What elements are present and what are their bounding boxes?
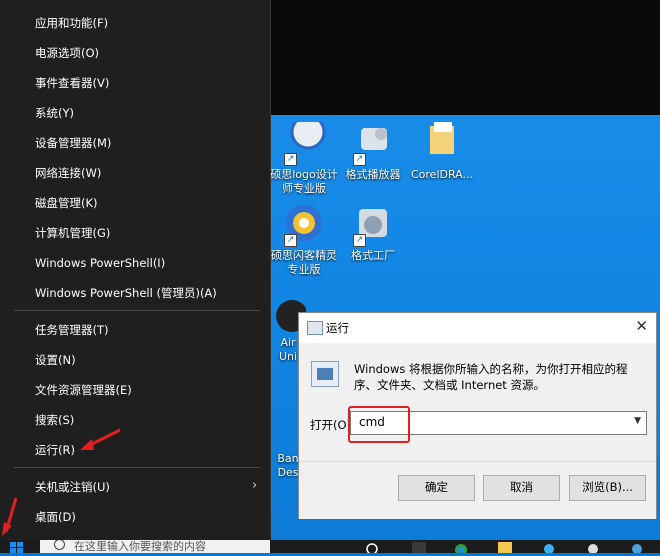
player-icon: ↗ — [351, 122, 395, 166]
gear-flash-icon: ↗ — [282, 203, 326, 247]
desktop-icon-player[interactable]: ↗ 格式播放器 — [337, 122, 409, 182]
menu-item-settings[interactable]: 设置(N) — [35, 348, 76, 372]
menu-item-file-explorer[interactable]: 文件资源管理器(E) — [35, 378, 132, 402]
search-icon — [54, 540, 65, 550]
desktop-dark-area — [270, 0, 660, 115]
desktop-icon-flash-decompiler[interactable]: ↗ 硕思闪客精灵专业版 — [268, 203, 340, 277]
menu-item-shutdown[interactable]: 关机或注销(U) — [35, 475, 110, 499]
run-dialog: 运行 ✕ Windows 将根据你所输入的名称，为你打开相应的程序、文件夹、文档… — [298, 312, 657, 519]
run-dialog-description: Windows 将根据你所输入的名称，为你打开相应的程序、文件夹、文档或 Int… — [354, 362, 628, 392]
menu-item-network[interactable]: 网络连接(W) — [35, 161, 101, 185]
menu-separator — [14, 467, 260, 468]
menu-item-task-manager[interactable]: 任务管理器(T) — [35, 318, 109, 342]
logo-designer-icon: ↗ — [282, 114, 326, 166]
menu-item-power-options[interactable]: 电源选项(O) — [35, 41, 99, 65]
chevron-right-icon: › — [252, 478, 258, 493]
menu-item-disk-management[interactable]: 磁盘管理(K) — [35, 191, 98, 215]
desktop-icon-logo-designer[interactable]: ↗ 硕思logo设计师专业版 — [268, 114, 340, 196]
windows-start-icon[interactable] — [10, 542, 24, 553]
menu-separator — [14, 310, 260, 311]
run-program-icon — [311, 361, 339, 387]
taskbar-app-icon[interactable] — [412, 542, 426, 553]
taskbar-app-icon[interactable] — [630, 542, 644, 554]
chevron-down-icon[interactable]: ▼ — [634, 416, 641, 426]
desktop-icon-format-factory[interactable]: ↗ 格式工厂 — [337, 203, 409, 263]
menu-item-search[interactable]: 搜索(S) — [35, 408, 74, 432]
menu-item-apps-features[interactable]: 应用和功能(F) — [35, 11, 108, 35]
run-dialog-title: 运行 — [326, 321, 349, 335]
taskbar-app-icon[interactable] — [542, 542, 556, 554]
menu-item-device-manager[interactable]: 设备管理器(M) — [35, 131, 111, 155]
run-app-icon — [307, 321, 323, 335]
desktop-icon-label: 硕思logo设计师专业版 — [270, 168, 338, 195]
run-dialog-titlebar[interactable]: 运行 ✕ — [299, 313, 656, 343]
taskbar-search-box[interactable]: 在这里输入你要搜索的内容 — [40, 540, 270, 553]
cancel-button[interactable]: 取消 — [483, 475, 560, 501]
desktop-icon-label: 格式工厂 — [351, 249, 395, 262]
menu-item-desktop[interactable]: 桌面(D) — [35, 505, 76, 529]
menu-item-computer-mgmt[interactable]: 计算机管理(G) — [35, 221, 110, 245]
menu-item-powershell-admin[interactable]: Windows PowerShell (管理员)(A) — [35, 281, 217, 305]
red-highlight-box — [348, 406, 410, 443]
red-annotation-arrow-icon — [2, 497, 18, 536]
menu-item-system[interactable]: 系统(Y) — [35, 101, 74, 125]
ok-button[interactable]: 确定 — [398, 475, 475, 501]
edge-browser-icon[interactable] — [454, 542, 468, 556]
format-factory-icon: ↗ — [351, 203, 395, 247]
folder-icon — [420, 122, 464, 166]
close-icon[interactable]: ✕ — [635, 317, 648, 335]
file-explorer-icon[interactable] — [498, 542, 512, 553]
desktop-icon-label: 硕思闪客精灵专业版 — [271, 249, 337, 276]
search-placeholder: 在这里输入你要搜索的内容 — [74, 540, 206, 553]
red-annotation-arrow-icon — [80, 428, 121, 450]
menu-item-event-viewer[interactable]: 事件查看器(V) — [35, 71, 109, 95]
desktop-icon-coreldraw[interactable]: CorelDRA... — [406, 122, 478, 182]
task-view-icon[interactable] — [366, 542, 380, 555]
winx-context-menu: 应用和功能(F) 电源选项(O) 事件查看器(V) 系统(Y) 设备管理器(M)… — [0, 0, 271, 540]
menu-item-powershell[interactable]: Windows PowerShell(I) — [35, 251, 165, 275]
taskbar-app-icon[interactable] — [586, 542, 600, 554]
desktop-icon-label: CorelDRA... — [410, 168, 473, 181]
desktop-icon-label: 格式播放器 — [345, 168, 401, 181]
menu-item-run[interactable]: 运行(R) — [35, 438, 75, 462]
browse-button[interactable]: 浏览(B)... — [569, 475, 646, 501]
